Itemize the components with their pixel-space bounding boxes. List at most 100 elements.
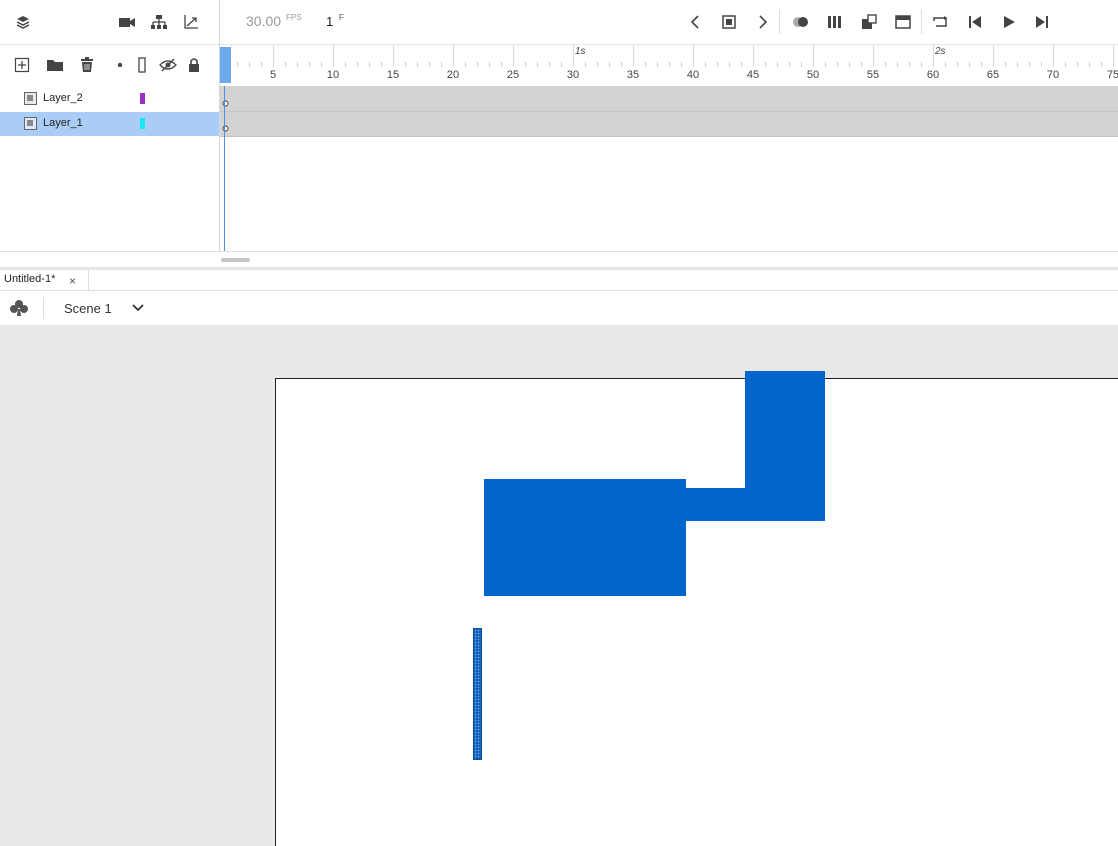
- ruler-tick: [513, 45, 514, 67]
- timeline-scrollbar[interactable]: [221, 258, 250, 262]
- chevron-down-icon[interactable]: [131, 302, 145, 314]
- ruler-tick: [609, 62, 610, 67]
- timeline-bottom-border: [0, 251, 1118, 252]
- document-tab-bar: [0, 270, 1118, 291]
- blue-rectangle-shape[interactable]: [745, 371, 825, 521]
- ruler-tick: [333, 45, 334, 67]
- ruler-tick: [549, 62, 550, 67]
- highlight-layer-icon[interactable]: [108, 53, 132, 77]
- hide-layers-icon[interactable]: [156, 53, 180, 77]
- step-forward-icon[interactable]: [1030, 10, 1054, 34]
- layer-color-swatch[interactable]: [140, 93, 145, 104]
- layers-panel-icon[interactable]: [11, 10, 35, 34]
- ruler-frame-label: 55: [866, 69, 880, 81]
- current-frame-value[interactable]: 1: [326, 14, 333, 29]
- ruler-tick: [837, 62, 838, 67]
- ruler-tick: [933, 45, 934, 67]
- layer-name[interactable]: Layer_2: [43, 92, 83, 104]
- loop-icon[interactable]: [929, 10, 953, 34]
- ruler-tick: [381, 62, 382, 67]
- frames-row-layer-2[interactable]: [220, 87, 1118, 112]
- ruler-tick: [705, 62, 706, 67]
- ruler-tick: [909, 62, 910, 67]
- ruler-tick: [693, 45, 694, 67]
- edit-multiple-frames-icon[interactable]: [823, 10, 847, 34]
- ruler-tick: [1089, 62, 1090, 67]
- edit-bar-divider: [43, 297, 44, 319]
- outline-layer-icon[interactable]: [130, 53, 154, 77]
- selected-bar-shape[interactable]: [473, 628, 482, 760]
- ruler-tick: [1065, 62, 1066, 67]
- ruler-tick: [669, 62, 670, 67]
- ruler-frame-label: 25: [506, 69, 520, 81]
- ruler-frame-label: 40: [686, 69, 700, 81]
- layer-name[interactable]: Layer_1: [43, 117, 83, 129]
- ruler-tick: [1077, 62, 1078, 67]
- parenting-icon[interactable]: [147, 10, 171, 34]
- layer-color-swatch[interactable]: [140, 118, 145, 129]
- ruler-tick: [1113, 45, 1114, 67]
- ruler-tick: [501, 62, 502, 67]
- frames-row-layer-1[interactable]: [220, 112, 1118, 137]
- stage-canvas[interactable]: [275, 378, 1118, 846]
- previous-keyframe-icon[interactable]: [683, 10, 707, 34]
- blue-rectangle-shape[interactable]: [484, 479, 686, 596]
- next-keyframe-icon[interactable]: [751, 10, 775, 34]
- ruler-tick: [357, 62, 358, 67]
- play-icon[interactable]: [997, 10, 1021, 34]
- fps-value[interactable]: 30.00: [246, 13, 281, 29]
- document-tab-title[interactable]: Untitled-1*: [4, 273, 55, 285]
- layer-toolbar: [0, 45, 219, 86]
- ruler-tick: [309, 62, 310, 67]
- ruler-tick: [945, 62, 946, 67]
- ruler-tick: [525, 62, 526, 67]
- ruler-tick: [921, 62, 922, 67]
- ruler-tick: [657, 62, 658, 67]
- delete-layer-icon[interactable]: [75, 53, 99, 77]
- camera-icon[interactable]: [115, 10, 139, 34]
- layer-row-layer-1[interactable]: Layer_1: [0, 112, 219, 136]
- ruler-second-label: 2s: [935, 46, 946, 57]
- insert-blank-keyframe-icon[interactable]: [891, 10, 915, 34]
- frame-unit: F: [339, 13, 344, 22]
- layer-row-layer-2[interactable]: Layer_2: [0, 87, 219, 111]
- ruler-frame-label: 65: [986, 69, 1000, 81]
- ruler-tick: [429, 62, 430, 67]
- ruler-frame-label: 20: [446, 69, 460, 81]
- create-tween-icon[interactable]: [857, 10, 881, 34]
- club-symbol-icon[interactable]: [9, 299, 29, 317]
- ruler-tick: [885, 62, 886, 67]
- ruler-tick: [417, 62, 418, 67]
- ruler-tick: [789, 62, 790, 67]
- blue-connector-shape[interactable]: [680, 488, 750, 521]
- insert-keyframe-icon[interactable]: [717, 10, 741, 34]
- ruler-tick: [777, 62, 778, 67]
- ruler-tick: [489, 62, 490, 67]
- onion-skin-icon[interactable]: [789, 10, 813, 34]
- ruler-tick: [477, 62, 478, 67]
- new-folder-icon[interactable]: [43, 53, 67, 77]
- ruler-tick: [405, 62, 406, 67]
- ruler-tick: [861, 62, 862, 67]
- toolbar-divider: [921, 10, 922, 34]
- ruler-tick: [873, 45, 874, 67]
- close-icon[interactable]: ×: [69, 274, 76, 288]
- ruler-frame-label: 75: [1106, 69, 1118, 81]
- ruler-tick: [273, 45, 274, 67]
- new-layer-icon[interactable]: [10, 53, 34, 77]
- playhead-line: [224, 86, 225, 252]
- lock-layers-icon[interactable]: [182, 53, 206, 77]
- ruler-tick: [1041, 62, 1042, 67]
- ruler-tick: [369, 62, 370, 67]
- playhead-handle[interactable]: [220, 47, 231, 83]
- ruler-tick: [465, 62, 466, 67]
- step-backward-icon[interactable]: [963, 10, 987, 34]
- ruler-tick: [621, 62, 622, 67]
- ruler-tick: [441, 62, 442, 67]
- scene-name[interactable]: Scene 1: [64, 301, 112, 316]
- frame-ruler[interactable]: 5 10 15 20 25 30 35 40 45 50 55 60 65 70 75 1s 2s: [220, 45, 1118, 87]
- ruler-tick: [765, 62, 766, 67]
- graph-editor-icon[interactable]: [179, 10, 203, 34]
- ruler-tick: [1053, 45, 1054, 67]
- ruler-tick: [993, 45, 994, 67]
